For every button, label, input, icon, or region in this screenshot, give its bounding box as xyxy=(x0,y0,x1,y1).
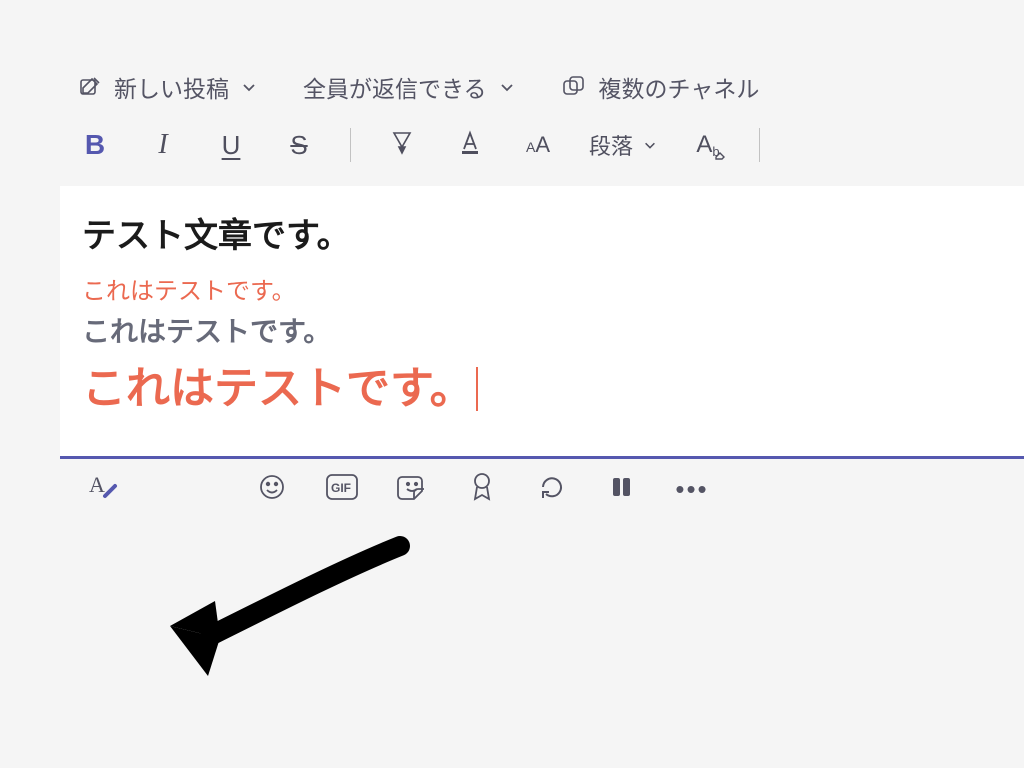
italic-button[interactable]: I xyxy=(146,128,180,162)
chevron-down-icon xyxy=(241,74,257,101)
font-color-icon xyxy=(456,129,484,162)
underline-button[interactable]: U xyxy=(214,128,248,162)
font-color-button[interactable] xyxy=(453,128,487,162)
paragraph-label: 段落 xyxy=(589,129,633,161)
praise-button[interactable] xyxy=(462,469,502,509)
compose-bottombar: A GIF xyxy=(60,459,1024,523)
emoji-button[interactable] xyxy=(252,469,292,509)
more-icon: ••• xyxy=(675,474,708,505)
strikethrough-icon: S xyxy=(290,130,307,161)
new-post-button[interactable]: 新しい投稿 xyxy=(78,70,257,104)
bold-button[interactable]: B xyxy=(78,128,112,162)
editor-line-red: これはテストです。 xyxy=(82,271,1002,306)
message-composer: 新しい投稿 全員が返信できる 複数のチャネル xyxy=(60,60,1024,523)
font-size-button[interactable]: AA xyxy=(521,128,555,162)
sticker-button[interactable] xyxy=(392,469,432,509)
emoji-icon xyxy=(257,472,287,507)
editor-line-big-wrapper: これはテストです。 xyxy=(82,352,1002,416)
chevron-down-icon xyxy=(499,74,515,101)
apps-button[interactable] xyxy=(602,469,642,509)
more-actions-button[interactable]: ••• xyxy=(672,469,712,509)
gif-icon: GIF xyxy=(325,473,359,506)
compose-icon xyxy=(78,75,102,99)
apps-icon xyxy=(607,472,637,507)
underline-icon: U xyxy=(222,130,241,161)
post-multichannel-button[interactable]: 複数のチャネル xyxy=(561,70,760,104)
reply-scope-label: 全員が返信できる xyxy=(303,70,487,104)
format-icon: A xyxy=(85,470,119,509)
clear-formatting-button[interactable]: Ab xyxy=(691,128,725,162)
praise-icon xyxy=(468,471,496,508)
bold-icon: B xyxy=(85,129,105,161)
multichannel-icon xyxy=(561,74,587,100)
gif-button[interactable]: GIF xyxy=(322,469,362,509)
loop-button[interactable] xyxy=(532,469,572,509)
toolbar-divider xyxy=(759,128,760,162)
font-size-icon: AA xyxy=(526,132,550,158)
reply-scope-button[interactable]: 全員が返信できる xyxy=(303,70,515,104)
message-editor[interactable]: テスト文章です。 これはテストです。 これはテストです。 これはテストです。 xyxy=(60,186,1024,456)
format-toggle-button[interactable]: A xyxy=(82,469,122,509)
clear-formatting-icon: Ab xyxy=(696,131,719,159)
new-post-label: 新しい投稿 xyxy=(114,70,229,104)
editor-line-big: これはテストです。 xyxy=(82,364,474,413)
text-caret xyxy=(476,367,478,411)
toolbar-divider xyxy=(350,128,351,162)
format-toolbar: B I U S xyxy=(60,122,1024,186)
svg-text:GIF: GIF xyxy=(331,481,351,495)
editor-line-grey: これはテストです。 xyxy=(82,310,1002,350)
editor-title-line: テスト文章です。 xyxy=(82,208,1002,257)
compose-topbar: 新しい投稿 全員が返信できる 複数のチャネル xyxy=(60,60,1024,122)
multichannel-label: 複数のチャネル xyxy=(599,70,760,104)
svg-text:A: A xyxy=(89,472,105,497)
paragraph-style-dropdown[interactable]: 段落 xyxy=(589,129,657,161)
annotation-arrow xyxy=(150,526,410,686)
loop-icon xyxy=(537,472,567,507)
chevron-down-icon xyxy=(643,132,657,158)
highlight-icon xyxy=(388,129,416,162)
strikethrough-button[interactable]: S xyxy=(282,128,316,162)
highlight-button[interactable] xyxy=(385,128,419,162)
italic-icon: I xyxy=(158,129,167,161)
sticker-icon xyxy=(397,472,427,507)
teams-compose-screenshot: 新しい投稿 全員が返信できる 複数のチャネル xyxy=(0,0,1024,768)
